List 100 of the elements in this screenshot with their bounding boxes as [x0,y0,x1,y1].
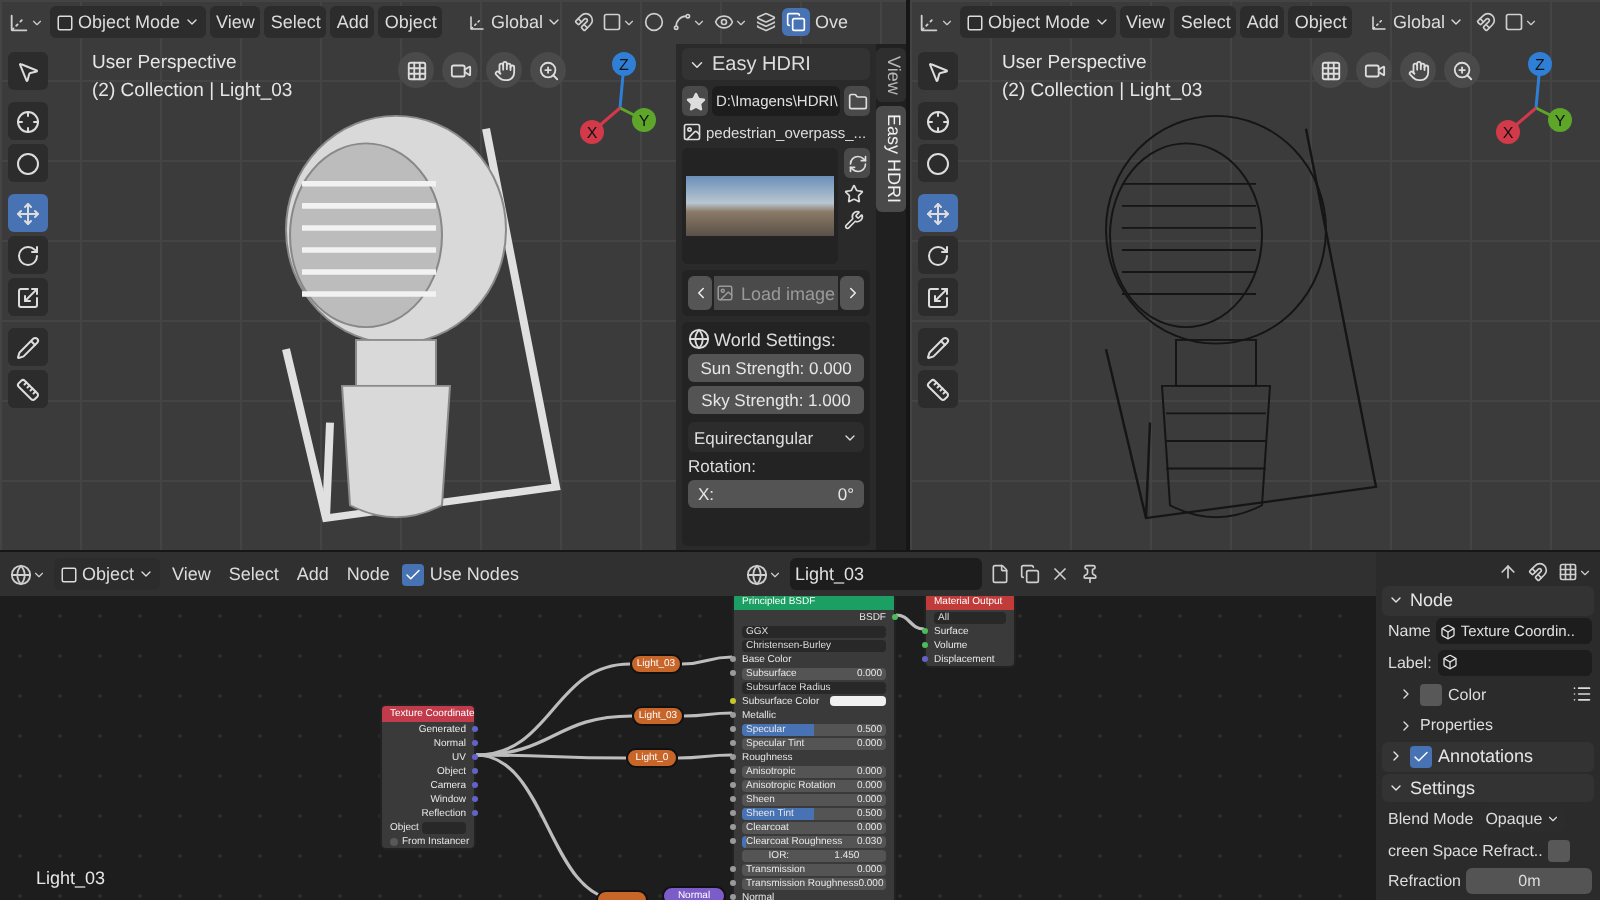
section-header[interactable]: Settings [1382,773,1594,803]
zoom-button[interactable] [530,52,566,88]
caret-icon[interactable] [1448,14,1465,30]
rotation-x-field[interactable]: X: 0° [688,480,864,508]
socket-dot[interactable] [472,796,478,802]
menu-item[interactable]: Select [1174,6,1237,38]
caret-icon[interactable] [768,567,783,581]
socket-dot[interactable] [730,712,736,718]
axis-gizmo[interactable]: Z Y X [576,44,668,156]
tool-button[interactable] [8,278,48,316]
magnet-icon[interactable] [1476,12,1497,32]
magnet-icon[interactable] [574,12,595,32]
magnet-icon[interactable] [1528,562,1548,582]
color-swatch[interactable] [830,696,886,706]
axes-icon[interactable] [468,13,487,31]
socket-dot[interactable] [892,614,898,620]
scale-icon[interactable] [16,285,40,309]
grid-icon[interactable] [1558,562,1578,582]
expand-icon[interactable] [1398,717,1414,734]
node-canvas[interactable] [0,596,1376,900]
zoom-icon[interactable] [1451,59,1473,81]
axes-icon[interactable] [1370,13,1389,31]
socket-dot[interactable] [472,740,478,746]
refraction-depth-field[interactable]: 0m [1466,868,1592,895]
pencil-icon[interactable] [926,335,950,359]
pointer-icon[interactable] [926,59,950,83]
mode-dropdown[interactable]: Object Mode [960,6,1117,38]
socket-dot[interactable] [730,754,736,760]
caret-icon[interactable] [1094,14,1111,30]
refresh-button[interactable] [844,148,870,178]
caret-icon[interactable] [138,566,155,582]
caret-icon[interactable] [1546,811,1561,826]
menu-item[interactable]: Select [222,558,285,590]
globe-icon[interactable] [10,563,32,585]
tool-button[interactable] [8,102,48,140]
sidebar-tab[interactable]: View [876,48,906,103]
layers-icon[interactable] [756,12,777,32]
caret-icon[interactable] [546,14,563,30]
tool-button[interactable] [918,370,958,408]
caret-icon[interactable] [184,14,201,30]
star-icon[interactable] [685,91,705,111]
socket-dot[interactable] [730,656,736,662]
expand-icon[interactable] [1388,748,1404,765]
star-icon[interactable] [844,184,864,204]
socket-dot[interactable] [730,768,736,774]
tool-button[interactable] [918,328,958,366]
circle-icon[interactable] [16,151,40,175]
panel-header[interactable]: Easy HDRI [682,48,870,80]
projection-dropdown[interactable]: Equirectangular [688,422,864,452]
hand-icon[interactable] [1407,59,1429,81]
next-button[interactable] [840,276,864,310]
tool-button[interactable] [918,52,958,90]
socket-dot[interactable] [922,642,928,648]
square-icon[interactable] [60,565,78,583]
pin-icon[interactable] [1080,564,1101,584]
zoom-button[interactable] [1444,52,1480,88]
menu-item[interactable]: Add [1240,6,1285,38]
star-button[interactable] [682,86,708,116]
section-header[interactable]: Node [1382,586,1594,616]
socket-dot[interactable] [730,782,736,788]
socket-dot[interactable] [730,880,736,886]
axis-gizmo[interactable]: Z Y X [1492,44,1584,156]
grid-icon[interactable] [1319,59,1341,81]
socket-dot[interactable] [472,810,478,816]
wrench-icon[interactable] [844,210,864,230]
tool-button[interactable] [8,370,48,408]
tool-button[interactable] [8,52,48,90]
hand-button[interactable] [486,52,522,88]
camera-icon[interactable] [1363,59,1385,81]
menu-item[interactable]: Select [264,6,327,38]
socket-dot[interactable] [730,740,736,746]
orientation-dropdown[interactable]: Global [1364,6,1471,38]
square-icon[interactable] [966,13,984,31]
overlay-icon[interactable] [786,12,807,32]
tool-button[interactable] [8,144,48,182]
refresh-icon[interactable] [847,153,867,173]
grid-icon[interactable] [405,59,427,81]
axes-icon[interactable] [8,11,30,33]
overlays-button[interactable]: Ove [782,6,848,38]
copy-icon[interactable] [1020,564,1041,584]
tool-button[interactable] [918,278,958,316]
pointer-icon[interactable] [16,59,40,83]
mode-dropdown[interactable]: Object Mode [50,6,207,38]
folder-icon[interactable] [847,91,867,111]
sun-strength-button[interactable]: Sun Strength: 0.000 [688,354,864,382]
camera-icon[interactable] [449,59,471,81]
socket-dot[interactable] [922,656,928,662]
folder-button[interactable] [844,86,870,116]
tool-button[interactable] [918,194,958,232]
menu-item[interactable]: View [1120,6,1171,38]
menu-item[interactable]: Node [340,558,396,590]
menu-item[interactable]: View [166,558,217,590]
caret-icon[interactable] [692,15,707,29]
camera-button[interactable] [442,52,478,88]
move-icon[interactable] [16,201,40,225]
tool-button[interactable] [8,194,48,232]
socket-dot[interactable] [730,894,736,900]
caret-icon[interactable] [32,567,46,581]
eye-icon[interactable] [714,12,735,32]
section-header[interactable]: Annotations [1382,741,1594,772]
